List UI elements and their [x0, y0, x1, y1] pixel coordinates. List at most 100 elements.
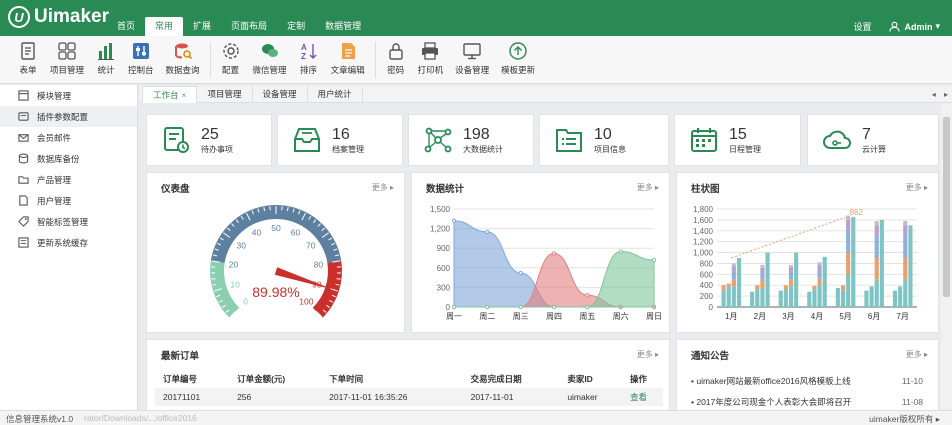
stat-card[interactable]: 15 日程管理 — [674, 114, 801, 166]
vertical-scrollbar[interactable] — [941, 103, 952, 410]
gauge-tick-label: 70 — [306, 241, 316, 251]
menu-item[interactable]: 页面布局 — [221, 17, 277, 36]
sliders-icon — [132, 43, 149, 59]
gauge-value: 89.98% — [252, 284, 299, 300]
bar-segment — [846, 230, 851, 253]
ribbon-upload-button[interactable]: 模板更新 — [495, 36, 541, 83]
document-icon — [341, 43, 355, 59]
ribbon-form-button[interactable]: 表单 — [12, 36, 44, 83]
ribbon-database-search-button[interactable]: 数据查询 — [160, 36, 206, 83]
upload-icon — [509, 42, 527, 60]
bar-xtick-label: 6月 — [868, 312, 880, 321]
notice-item[interactable]: • uimaker网站最新office2016风格模板上线 11-10 — [689, 370, 923, 391]
bar-ytick-label: 0 — [709, 303, 714, 312]
gear-icon — [222, 43, 239, 59]
orders-more-link[interactable]: 更多 ▸ — [637, 349, 659, 360]
orders-column-header: 下单时间 — [329, 374, 364, 384]
sidebar-item[interactable]: 智能标签管理 — [0, 211, 137, 232]
menu-item[interactable]: 扩展 — [183, 17, 221, 36]
ribbon-label: 模板更新 — [501, 65, 536, 75]
ribbon-gear-button[interactable]: 配置 — [215, 36, 247, 83]
top-right: 设置 Admin ▾ — [853, 20, 940, 33]
bar-segment — [840, 290, 846, 307]
bar-segment — [874, 220, 879, 226]
stat-card[interactable]: 7 云计算 — [807, 114, 939, 166]
tab[interactable]: 工作台 × — [142, 86, 198, 103]
scrollbar-thumb[interactable] — [943, 117, 950, 297]
bar-segment — [788, 271, 794, 280]
area-xtick-label: 周三 — [513, 312, 529, 321]
bar-chart: 0 200 400 600 8001,000 1,200 1,400 1,600 1,800 1月… — [693, 205, 917, 321]
sidebar-item[interactable]: 更新系统缓存 — [0, 232, 137, 253]
area-ytick-label: 300 — [437, 283, 451, 292]
bar-segment — [817, 270, 822, 279]
folder-icon — [18, 176, 29, 184]
view-order-link[interactable]: 查看 — [621, 388, 663, 406]
notice-more-link[interactable]: 更多 ▸ — [906, 349, 928, 360]
menu-item[interactable]: 数据管理 — [315, 17, 371, 36]
monitor-icon — [463, 43, 481, 60]
menu-item[interactable]: 定制 — [277, 17, 315, 36]
ribbon-sliders-button[interactable]: 控制台 — [122, 36, 160, 83]
sidebar-item[interactable]: 模块管理 — [0, 85, 137, 106]
stat-card[interactable]: 25 待办事项 — [146, 114, 272, 166]
lock-icon — [388, 43, 403, 60]
ribbon-lock-button[interactable]: 密码 — [380, 36, 412, 83]
table-cell: 20171101 — [155, 388, 230, 406]
menu-item[interactable]: 常用 — [145, 17, 184, 36]
tab[interactable]: 设备管理 — [253, 86, 308, 103]
notice-date: 11-08 — [901, 396, 923, 407]
sidebar-item-label: 更新系统缓存 — [37, 237, 89, 248]
bar-segment — [794, 252, 799, 307]
ribbon-printer-button[interactable]: 打印机 — [412, 36, 450, 83]
area-ytick-label: 1,200 — [430, 225, 451, 234]
tab-prev-icon[interactable]: ◂ — [932, 90, 936, 99]
notice-list: • uimaker网站最新office2016风格模板上线 11-10 • 2017… — [689, 370, 923, 412]
ribbon-document-button[interactable]: 文章编辑 — [325, 36, 371, 83]
area-xtick-label: 周二 — [479, 312, 495, 321]
ribbon-wechat-button[interactable]: 微信管理 — [247, 36, 293, 83]
stat-card[interactable]: 10 项目信息 — [539, 114, 669, 166]
area-point — [518, 270, 523, 276]
tab-close-icon[interactable]: × — [182, 90, 187, 100]
stat-label: 日程管理 — [729, 144, 761, 154]
area-xtick-label: 周四 — [546, 312, 562, 321]
bar-segment — [879, 219, 884, 307]
ribbon-label: 设备管理 — [455, 65, 490, 75]
bar-segment — [731, 271, 736, 280]
menu-item[interactable]: 首页 — [107, 17, 145, 36]
bar-ytick-label: 1,400 — [693, 227, 714, 236]
bar-segment — [874, 236, 879, 258]
table-row: 20171101 256 2017-11-01 16:35:26 2017-11-01… — [155, 388, 663, 406]
tab-next-icon[interactable]: ▸ — [944, 90, 948, 99]
sidebar-item[interactable]: 插件参数配置 — [0, 106, 137, 127]
notice-text: • uimaker网站最新office2016风格模板上线 — [691, 375, 851, 386]
ribbon-bar-chart-button[interactable]: 统计 — [90, 36, 122, 83]
bar-segment — [898, 286, 903, 307]
bar-segment — [726, 283, 731, 287]
bar-segment — [846, 219, 851, 231]
user-menu[interactable]: Admin ▾ — [889, 21, 940, 32]
sidebar-item[interactable]: 数据库备份 — [0, 148, 137, 169]
tab[interactable]: 用户统计 — [308, 86, 363, 103]
notice-item[interactable]: • 2017年度公司现金个人表彰大会即将召开 11-08 — [689, 391, 923, 412]
ribbon-monitor-button[interactable]: 设备管理 — [449, 36, 495, 83]
stat-card[interactable]: 198 大数据统计 — [408, 114, 534, 166]
ribbon-grid-button[interactable]: 项目管理 — [44, 36, 90, 83]
orders-column-header: 订单金额(元) — [237, 374, 286, 384]
sidebar-item[interactable]: 用户管理 — [0, 190, 137, 211]
sidebar-item[interactable]: 会员邮件 — [0, 127, 137, 148]
ribbon-label: 统计 — [97, 65, 115, 75]
tab[interactable]: 项目管理 — [197, 86, 253, 103]
settings-link[interactable]: 设置 — [853, 20, 871, 33]
ribbon-sort-button[interactable]: A Z 排序 — [293, 36, 325, 83]
area-point — [518, 304, 523, 310]
stat-card[interactable]: 16 档案管理 — [277, 114, 403, 166]
bar-ytick-label: 1,800 — [693, 205, 714, 214]
module-icon — [18, 90, 29, 101]
sort-icon: AZ — [301, 43, 317, 61]
ribbon-label: 微信管理 — [252, 65, 287, 75]
ribbon-label: 文章编辑 — [330, 65, 365, 75]
sidebar-item[interactable]: 产品管理 — [0, 169, 137, 190]
stat-number: 198 — [463, 125, 490, 143]
